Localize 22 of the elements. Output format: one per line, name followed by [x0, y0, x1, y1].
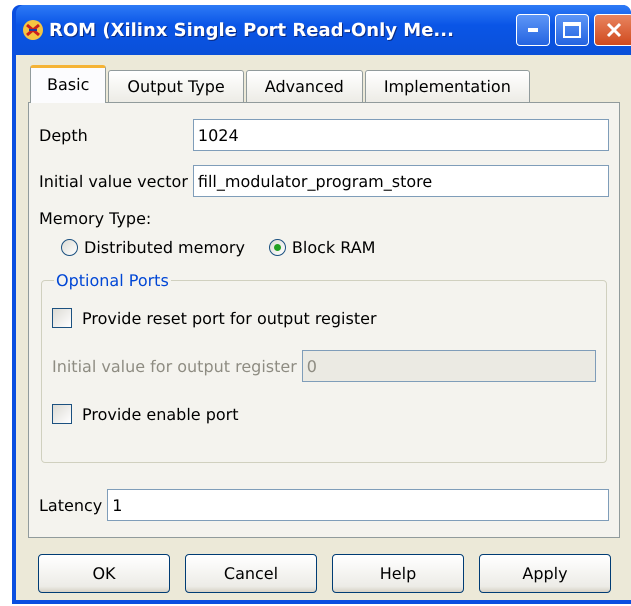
field-label: Latency: [39, 496, 102, 514]
tab[interactable]: Basic: [30, 65, 106, 103]
checkbox-label: Provide enable port: [82, 404, 238, 424]
radio-label: Block RAM: [292, 238, 376, 257]
dialog-button[interactable]: Cancel: [185, 554, 317, 593]
field-label: Initial value vector: [39, 172, 188, 190]
section-label: Memory Type:: [39, 209, 152, 228]
group-title: Optional Ports: [55, 271, 170, 290]
input-field[interactable]: 1024: [192, 119, 609, 151]
dialog-button[interactable]: Help: [332, 554, 464, 593]
tab[interactable]: Advanced: [246, 70, 363, 102]
input-field[interactable]: 1: [107, 489, 609, 521]
dialog-button[interactable]: Apply: [479, 554, 611, 593]
field-label: Depth: [39, 126, 89, 144]
radio-label: Distributed memory: [84, 238, 245, 257]
field-label: Initial value for output register: [52, 356, 297, 376]
tab[interactable]: Implementation: [364, 70, 530, 102]
dialog-button[interactable]: OK: [38, 554, 170, 593]
checkbox-label: Provide reset port for output register: [82, 308, 377, 328]
tab[interactable]: Output Type: [108, 70, 244, 102]
window-title: ROM (Xilinx Single Port Read-Only Me...: [49, 20, 455, 40]
input-field[interactable]: fill_modulator_program_store: [192, 165, 609, 197]
